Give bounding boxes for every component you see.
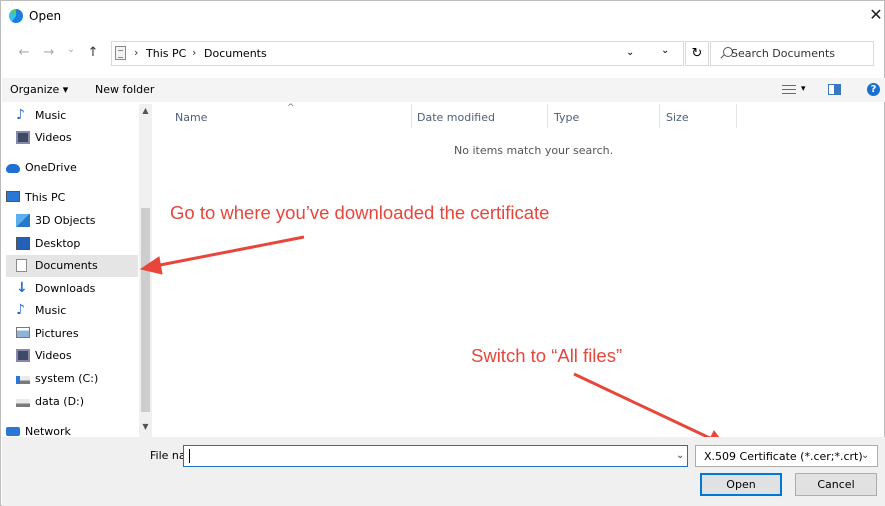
sidebar-item-3d-objects[interactable]: 3D Objects — [6, 210, 138, 232]
search-box[interactable]: Search Documents — [710, 41, 874, 66]
sidebar-item-videos[interactable]: Videos — [6, 127, 138, 149]
sidebar-item-label: data (D:) — [35, 395, 85, 408]
documents-icon — [115, 46, 126, 60]
scroll-thumb[interactable] — [141, 208, 150, 412]
music-icon: ♪ — [16, 107, 25, 123]
file-type-filter-value: X.509 Certificate (*.cer;*.crt) — [704, 450, 863, 463]
documents-icon — [16, 259, 27, 272]
help-icon[interactable]: ? — [867, 83, 880, 96]
preview-pane-icon[interactable] — [828, 84, 841, 95]
empty-list-message: No items match your search. — [454, 144, 614, 157]
sidebar-item-this-pc[interactable]: This PC — [6, 187, 138, 209]
address-dropdown-button[interactable]: ⌄ — [653, 42, 685, 65]
sort-ascending-icon: ^ — [287, 103, 295, 113]
breadcrumb-this-pc[interactable]: This PC — [146, 47, 186, 60]
window-title: Open — [29, 9, 62, 23]
column-header-date-modified[interactable]: Date modified — [417, 111, 495, 124]
this-pc-icon — [6, 191, 20, 202]
scroll-down-icon[interactable]: ▼ — [140, 422, 151, 431]
sidebar-item-label: Videos — [35, 131, 72, 144]
breadcrumb-separator: › — [134, 46, 139, 59]
drive-icon — [16, 399, 30, 407]
open-button[interactable]: Open — [700, 473, 782, 496]
desktop-icon — [16, 237, 30, 250]
scroll-up-icon[interactable]: ▲ — [140, 106, 151, 115]
network-icon — [6, 427, 20, 436]
column-header-type[interactable]: Type — [554, 111, 579, 124]
column-divider[interactable] — [547, 104, 548, 128]
back-button[interactable]: ← — [15, 44, 33, 62]
view-options-caret[interactable]: ▾ — [801, 84, 806, 94]
sidebar-item-label: 3D Objects — [35, 214, 96, 227]
videos-icon — [16, 131, 30, 144]
sidebar-item-music[interactable]: ♪ Music — [6, 105, 138, 127]
sidebar-item-label: This PC — [25, 191, 66, 204]
sidebar-item-label: Desktop — [35, 237, 81, 250]
change-view-icon[interactable] — [782, 84, 796, 95]
sidebar-scrollbar[interactable]: ▲ ▼ — [139, 104, 152, 437]
3d-objects-icon — [16, 214, 30, 227]
breadcrumb-documents[interactable]: Documents — [204, 47, 267, 60]
sidebar-item-network[interactable]: Network — [6, 421, 138, 437]
navigation-pane: ♪ Music Videos OneDrive This PC 3D Objec… — [2, 103, 152, 437]
sidebar-item-pictures[interactable]: Pictures — [6, 323, 138, 345]
breadcrumb-separator: › — [192, 46, 197, 59]
text-caret — [189, 449, 190, 463]
file-name-input[interactable]: ⌄ — [183, 445, 688, 467]
sidebar-item-music[interactable]: ♪ Music — [6, 300, 138, 322]
file-type-filter-select[interactable]: X.509 Certificate (*.cer;*.crt) ⌄ — [695, 445, 878, 467]
edge-app-icon — [9, 9, 23, 23]
organize-button[interactable]: Organize ▾ — [10, 83, 68, 96]
recent-locations-button[interactable]: ⌄ — [62, 41, 80, 59]
address-dropdown-icon[interactable]: ⌄ — [626, 47, 634, 58]
sidebar-item-label: Pictures — [35, 327, 79, 340]
close-button[interactable]: ✕ — [868, 5, 884, 25]
forward-button[interactable]: → — [40, 44, 58, 62]
annotation-sidebar-hint: Go to where you’ve downloaded the certif… — [170, 202, 550, 223]
address-bar[interactable]: › This PC › Documents ⌄ — [111, 41, 684, 66]
search-placeholder: Search Documents — [731, 47, 836, 60]
refresh-button[interactable]: ↻ — [685, 41, 709, 66]
sidebar-item-documents[interactable]: Documents — [6, 255, 138, 277]
onedrive-icon — [6, 164, 20, 173]
cancel-button[interactable]: Cancel — [795, 473, 877, 496]
column-header-size[interactable]: Size — [666, 111, 689, 124]
chevron-down-icon: ⌄ — [861, 450, 870, 461]
column-divider[interactable] — [659, 104, 660, 128]
chevron-down-icon: ⌄ — [661, 45, 670, 56]
sidebar-item-label: Music — [35, 304, 67, 317]
sidebar-item-label: Videos — [35, 349, 72, 362]
sidebar-item-videos[interactable]: Videos — [6, 345, 138, 367]
column-divider[interactable] — [411, 104, 412, 128]
sidebar-item-desktop[interactable]: Desktop — [6, 233, 138, 255]
sidebar-item-onedrive[interactable]: OneDrive — [6, 157, 138, 179]
sidebar-item-downloads[interactable]: ↓ Downloads — [6, 278, 138, 300]
sidebar-item-system-drive[interactable]: system (C:) — [6, 368, 138, 390]
music-icon: ♪ — [16, 302, 25, 318]
column-divider[interactable] — [736, 104, 737, 128]
system-drive-icon — [16, 376, 30, 384]
open-file-dialog: Open ✕ ← → ⌄ ↑ › This PC › Documents ⌄ ⌄… — [0, 0, 885, 506]
downloads-icon: ↓ — [16, 280, 28, 296]
new-folder-button[interactable]: New folder — [95, 83, 154, 96]
sidebar-item-label: system (C:) — [35, 372, 99, 385]
sidebar-item-data-drive[interactable]: data (D:) — [6, 391, 138, 413]
sidebar-item-label: Documents — [35, 259, 98, 272]
sidebar-item-label: OneDrive — [25, 161, 77, 174]
annotation-filter-hint: Switch to “All files” — [471, 345, 623, 366]
arrow-to-documents — [139, 235, 305, 275]
chevron-down-icon[interactable]: ⌄ — [676, 450, 684, 461]
up-button[interactable]: ↑ — [84, 44, 102, 62]
sidebar-item-label: Music — [35, 109, 67, 122]
pictures-icon — [16, 327, 30, 338]
column-header-name[interactable]: Name — [175, 111, 207, 124]
command-bar: Organize ▾ New folder ▾ ? — [2, 78, 885, 102]
title-bar: Open ✕ — [1, 1, 885, 31]
sidebar-item-label: Network — [25, 425, 71, 437]
sidebar-item-label: Downloads — [35, 282, 96, 295]
videos-icon — [16, 349, 30, 362]
